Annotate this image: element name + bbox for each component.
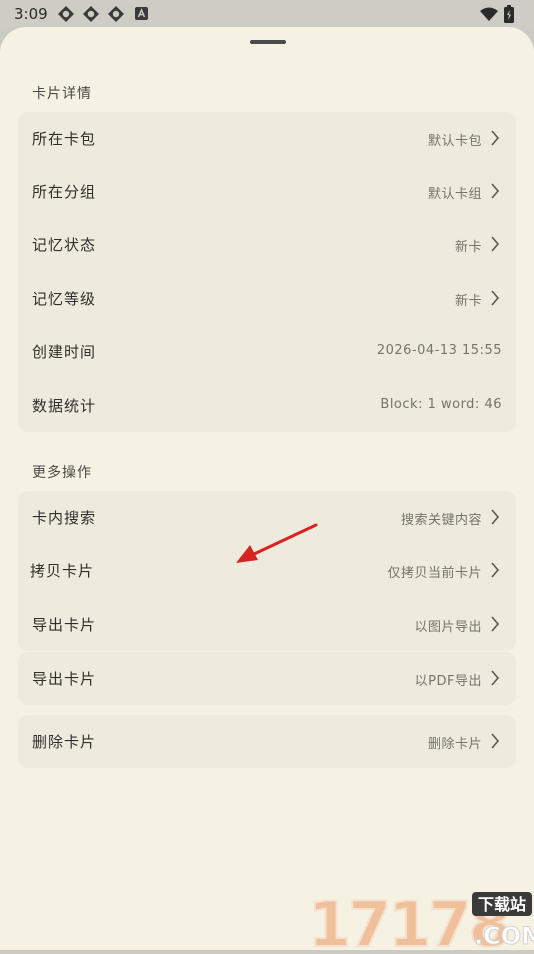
row-memory-state[interactable]: 记忆状态 新卡 [18, 218, 516, 271]
export-pdf-card: 导出卡片 以PDF导出 [18, 652, 516, 705]
row-value: 删除卡片 [427, 737, 482, 752]
row-value: Block: 1 word: 46 [380, 397, 502, 412]
chevron-right-icon [491, 670, 500, 686]
chevron-right-icon [491, 183, 500, 199]
chevron-right-icon [491, 562, 500, 578]
status-bar: 3:09 [0, 0, 534, 28]
watermark-17178-icon: 17178 下载站 .COM [307, 887, 534, 954]
row-statistics: 数据统计 Block: 1 word: 46 [18, 379, 516, 432]
row-label: 所在卡包 [32, 130, 97, 148]
row-label: 创建时间 [32, 343, 97, 361]
row-value: 默认卡包 [427, 134, 482, 149]
row-export-pdf[interactable]: 导出卡片 以PDF导出 [18, 652, 516, 705]
a-badge-icon [135, 7, 148, 20]
row-value: 2026-04-13 15:55 [376, 343, 502, 358]
row-label: 记忆等级 [32, 290, 97, 308]
chevron-right-icon [491, 236, 500, 252]
row-label: 卡内搜索 [32, 509, 97, 527]
status-time: 3:09 [14, 5, 48, 23]
status-right [480, 5, 520, 23]
watermark-logo: 17178 下载站 .COM [306, 884, 534, 954]
details-card: 所在卡包 默认卡包 所在分组 默认卡组 记忆状态 新卡 记忆等级 新卡 创建时间… [18, 112, 516, 432]
chevron-right-icon [491, 290, 500, 306]
row-value: 以图片导出 [414, 620, 482, 635]
section-title-details: 卡片详情 [32, 86, 92, 102]
row-label: 记忆状态 [32, 236, 97, 254]
settings-gear-icon [58, 6, 74, 22]
row-label: 导出卡片 [32, 670, 97, 688]
row-value: 新卡 [454, 294, 482, 309]
row-value: 默认卡组 [427, 187, 482, 202]
drag-handle[interactable] [250, 40, 286, 44]
row-card-deck[interactable]: 所在卡包 默认卡包 [18, 112, 516, 165]
row-label: 删除卡片 [32, 733, 97, 751]
svg-text:.COM: .COM [474, 922, 534, 950]
row-delete-card[interactable]: 删除卡片 删除卡片 [18, 715, 516, 768]
row-value: 以PDF导出 [414, 674, 482, 689]
chevron-right-icon [491, 130, 500, 146]
row-label: 数据统计 [32, 397, 97, 415]
annotation-arrow-icon [236, 523, 318, 563]
row-label: 拷贝卡片 [30, 562, 95, 580]
row-created-time: 创建时间 2026-04-13 15:55 [18, 325, 516, 378]
card-details-sheet: 卡片详情 所在卡包 默认卡包 所在分组 默认卡组 记忆状态 新卡 记忆等级 新卡… [0, 27, 534, 950]
row-card-group[interactable]: 所在分组 默认卡组 [18, 165, 516, 218]
chevron-right-icon [491, 509, 500, 525]
row-value: 搜索关键内容 [400, 513, 482, 528]
settings-gear-icon [108, 6, 124, 22]
chevron-right-icon [491, 733, 500, 749]
row-value: 新卡 [454, 240, 482, 255]
chevron-right-icon [491, 616, 500, 632]
wifi-icon [480, 7, 498, 21]
section-title-more: 更多操作 [32, 465, 92, 481]
row-memory-level[interactable]: 记忆等级 新卡 [18, 272, 516, 325]
row-label: 导出卡片 [32, 616, 97, 634]
row-export-image[interactable]: 导出卡片 以图片导出 [18, 598, 516, 651]
delete-card: 删除卡片 删除卡片 [18, 715, 516, 768]
battery-icon [504, 5, 514, 23]
svg-text:下载站: 下载站 [478, 895, 526, 914]
settings-gear-icon [83, 6, 99, 22]
row-label: 所在分组 [32, 183, 97, 201]
row-value: 仅拷贝当前卡片 [387, 566, 482, 581]
